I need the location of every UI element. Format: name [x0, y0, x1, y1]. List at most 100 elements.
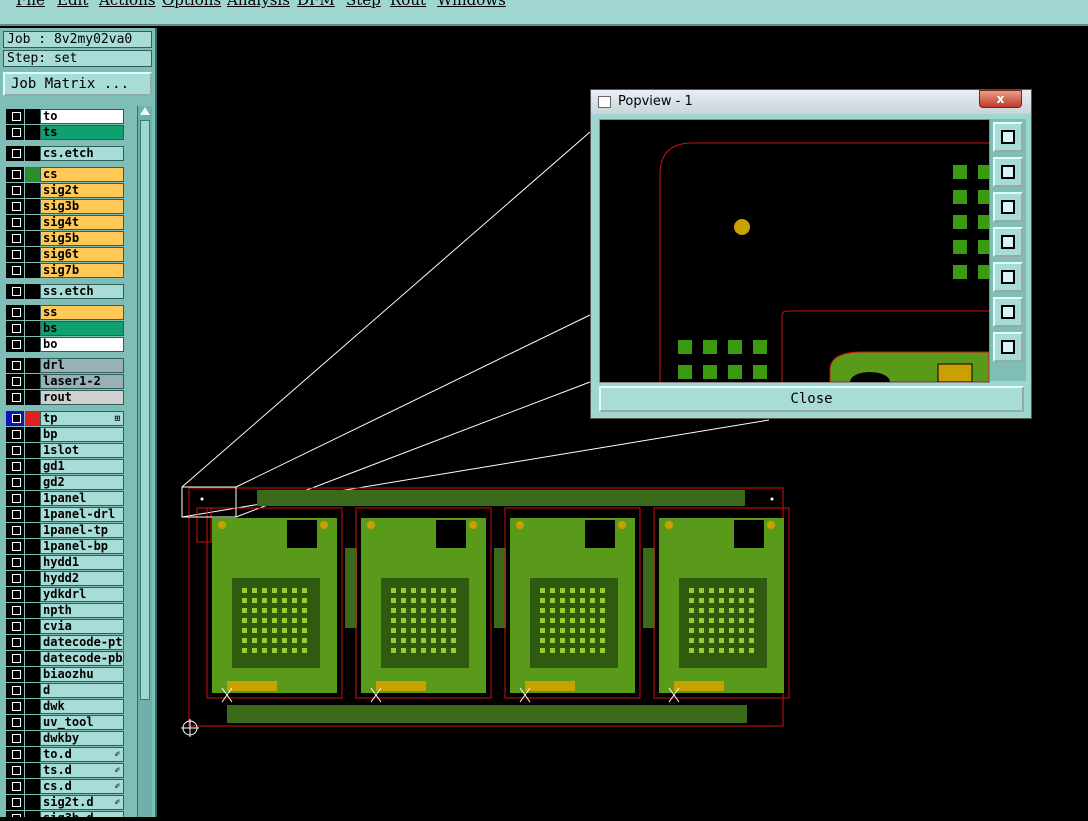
- layer-name[interactable]: 1panel: [40, 491, 124, 506]
- layer-display-box[interactable]: [6, 491, 24, 506]
- layer-row-1slot[interactable]: 1slot: [4, 443, 126, 458]
- layer-display-box[interactable]: [6, 779, 24, 794]
- layer-row-1panel[interactable]: 1panel: [4, 491, 126, 506]
- layer-status-indicator[interactable]: [25, 305, 40, 320]
- layer-display-box[interactable]: [6, 231, 24, 246]
- layer-checkbox[interactable]: [12, 218, 21, 227]
- layer-row-dwk[interactable]: dwk: [4, 699, 126, 714]
- layer-display-box[interactable]: [6, 523, 24, 538]
- layer-name[interactable]: 1panel-tp: [40, 523, 124, 538]
- layer-display-box[interactable]: [6, 358, 24, 373]
- layer-row-sig2t.d[interactable]: sig2t.d ✐: [4, 795, 126, 810]
- layer-row-hydd1[interactable]: hydd1: [4, 555, 126, 570]
- layer-display-box[interactable]: [6, 539, 24, 554]
- layer-status-indicator[interactable]: [25, 358, 40, 373]
- layer-row-hydd2[interactable]: hydd2: [4, 571, 126, 586]
- layer-row-bp[interactable]: bp: [4, 427, 126, 442]
- layer-status-indicator[interactable]: [25, 146, 40, 161]
- layer-name[interactable]: laser1-2: [40, 374, 124, 389]
- layer-status-indicator[interactable]: [25, 263, 40, 278]
- layer-row-gd1[interactable]: gd1: [4, 459, 126, 474]
- layer-name[interactable]: bs: [40, 321, 124, 336]
- layer-display-box[interactable]: [6, 555, 24, 570]
- pan-down-icon[interactable]: [993, 192, 1023, 222]
- layer-name[interactable]: hydd2: [40, 571, 124, 586]
- layer-checkbox[interactable]: [12, 734, 21, 743]
- layer-display-box[interactable]: [6, 587, 24, 602]
- layer-display-box[interactable]: [6, 183, 24, 198]
- layer-name[interactable]: ts.d ✐: [40, 763, 124, 778]
- layer-display-box[interactable]: [6, 321, 24, 336]
- layer-display-box[interactable]: [6, 715, 24, 730]
- layer-checkbox[interactable]: [12, 202, 21, 211]
- layer-row-sig7b[interactable]: sig7b: [4, 263, 126, 278]
- layer-name[interactable]: drl: [40, 358, 124, 373]
- layer-row-sig6t[interactable]: sig6t: [4, 247, 126, 262]
- zoom-window-icon[interactable]: [993, 122, 1023, 152]
- layer-name[interactable]: ydkdrl: [40, 587, 124, 602]
- layer-display-box[interactable]: [6, 811, 24, 817]
- popview-titlebar[interactable]: Popview - 1 x: [591, 90, 1031, 114]
- layer-checkbox[interactable]: [12, 670, 21, 679]
- layer-status-indicator[interactable]: [25, 811, 40, 817]
- menu-step[interactable]: Step: [346, 0, 381, 9]
- layer-row-npth[interactable]: npth: [4, 603, 126, 618]
- pan-right-icon[interactable]: [993, 262, 1023, 292]
- layer-status-indicator[interactable]: [25, 374, 40, 389]
- layer-row-sig3b[interactable]: sig3b: [4, 199, 126, 214]
- layer-row-ydkdrl[interactable]: ydkdrl: [4, 587, 126, 602]
- popview-canvas[interactable]: [600, 120, 989, 382]
- layer-display-box[interactable]: [6, 571, 24, 586]
- layer-name[interactable]: cs: [40, 167, 124, 182]
- layer-display-box[interactable]: [6, 167, 24, 182]
- layer-row-rout[interactable]: rout: [4, 390, 126, 405]
- menu-windows[interactable]: Windows: [437, 0, 506, 9]
- layer-status-indicator[interactable]: [25, 507, 40, 522]
- layer-checkbox[interactable]: [12, 510, 21, 519]
- layer-checkbox[interactable]: [12, 414, 21, 423]
- layer-status-indicator[interactable]: [25, 603, 40, 618]
- layer-display-box[interactable]: [6, 305, 24, 320]
- zoom-out-icon[interactable]: [993, 332, 1023, 362]
- layer-name[interactable]: cvia: [40, 619, 124, 634]
- layer-name[interactable]: hydd1: [40, 555, 124, 570]
- layer-display-box[interactable]: [6, 459, 24, 474]
- layer-checkbox[interactable]: [12, 128, 21, 137]
- layer-display-box[interactable]: [6, 635, 24, 650]
- layer-status-indicator[interactable]: [25, 475, 40, 490]
- layer-name[interactable]: npth: [40, 603, 124, 618]
- layer-row-1panel-bp[interactable]: 1panel-bp: [4, 539, 126, 554]
- layer-row-cs.etch[interactable]: cs.etch: [4, 146, 126, 161]
- layer-display-box[interactable]: [6, 475, 24, 490]
- layer-display-box[interactable]: [6, 603, 24, 618]
- layer-display-box[interactable]: [6, 125, 24, 140]
- layer-row-d[interactable]: d: [4, 683, 126, 698]
- layer-row-cs[interactable]: cs: [4, 167, 126, 182]
- layer-row-to[interactable]: to: [4, 109, 126, 124]
- layer-checkbox[interactable]: [12, 654, 21, 663]
- layer-checkbox[interactable]: [12, 638, 21, 647]
- layer-display-box[interactable]: [6, 284, 24, 299]
- layer-checkbox[interactable]: [12, 393, 21, 402]
- layer-checkbox[interactable]: [12, 686, 21, 695]
- layer-name[interactable]: cs.d ✐: [40, 779, 124, 794]
- layer-row-dwkby[interactable]: dwkby: [4, 731, 126, 746]
- layer-status-indicator[interactable]: [25, 167, 40, 182]
- layer-display-box[interactable]: [6, 731, 24, 746]
- layer-checkbox[interactable]: [12, 798, 21, 807]
- layer-row-uv_tool[interactable]: uv_tool: [4, 715, 126, 730]
- layer-display-box[interactable]: [6, 443, 24, 458]
- layer-status-indicator[interactable]: [25, 571, 40, 586]
- layer-row-cvia[interactable]: cvia: [4, 619, 126, 634]
- layer-checkbox[interactable]: [12, 606, 21, 615]
- layer-status-indicator[interactable]: [25, 523, 40, 538]
- layer-status-indicator[interactable]: [25, 539, 40, 554]
- layer-name[interactable]: sig4t: [40, 215, 124, 230]
- layer-display-box[interactable]: [6, 247, 24, 262]
- layer-display-box[interactable]: [6, 651, 24, 666]
- pan-left-icon[interactable]: [993, 227, 1023, 257]
- layer-status-indicator[interactable]: [25, 651, 40, 666]
- layer-name[interactable]: ss.etch: [40, 284, 124, 299]
- layer-status-indicator[interactable]: [25, 747, 40, 762]
- layer-checkbox[interactable]: [12, 340, 21, 349]
